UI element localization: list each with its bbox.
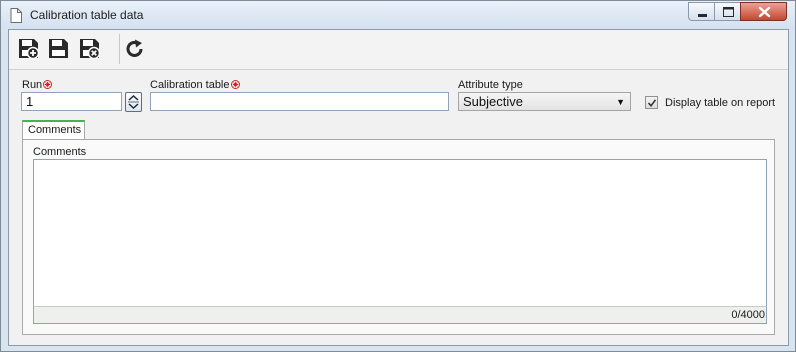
save-and-new-button[interactable] — [16, 36, 42, 62]
minimize-button[interactable] — [688, 2, 715, 21]
document-icon — [10, 8, 22, 23]
toolbar — [9, 30, 788, 70]
maximize-button[interactable] — [714, 2, 741, 21]
required-icon — [43, 80, 53, 89]
character-counter: 0/4000 — [33, 306, 767, 324]
attribute-type-label: Attribute type — [458, 79, 523, 91]
run-label: Run — [22, 79, 53, 91]
checkmark-icon — [647, 99, 657, 108]
character-count: 0/4000 — [731, 309, 765, 321]
display-table-label[interactable]: Display table on report — [665, 97, 775, 109]
comments-textarea[interactable] — [33, 159, 767, 307]
tab-comments-label: Comments — [28, 124, 82, 136]
floppy-plus-icon — [19, 39, 40, 60]
title-bar[interactable]: Calibration table data — [1, 1, 795, 29]
calibration-table-input[interactable] — [150, 92, 449, 111]
required-icon — [230, 80, 240, 89]
refresh-button[interactable] — [122, 36, 148, 62]
close-icon — [758, 6, 771, 18]
maximize-icon — [723, 7, 734, 17]
dialog-window: Calibration table data Run 1 Calibration… — [0, 0, 796, 352]
refresh-icon — [126, 39, 143, 57]
floppy-icon — [49, 39, 68, 58]
tab-comments[interactable]: Comments — [22, 120, 85, 140]
calibration-table-label: Calibration table — [150, 79, 240, 91]
floppy-close-icon — [80, 39, 101, 60]
window-title: Calibration table data — [30, 8, 144, 22]
save-button[interactable] — [46, 36, 72, 62]
attribute-type-select[interactable]: Subjective ▼ — [458, 92, 631, 111]
save-and-close-button[interactable] — [77, 36, 103, 62]
dropdown-arrow-icon: ▼ — [616, 97, 625, 107]
dialog-content: Run 1 Calibration table Attribute type S… — [8, 29, 789, 346]
close-window-button[interactable] — [740, 2, 787, 21]
up-down-arrows-icon — [128, 94, 139, 110]
run-stepper[interactable] — [125, 92, 142, 112]
run-input[interactable]: 1 — [21, 92, 122, 111]
toolbar-separator — [119, 34, 120, 64]
attribute-type-value: Subjective — [463, 94, 523, 109]
comments-label: Comments — [33, 146, 87, 158]
minimize-icon — [698, 14, 707, 17]
display-table-checkbox[interactable] — [645, 96, 658, 109]
comments-tab-panel: Comments 0/4000 — [22, 139, 775, 335]
